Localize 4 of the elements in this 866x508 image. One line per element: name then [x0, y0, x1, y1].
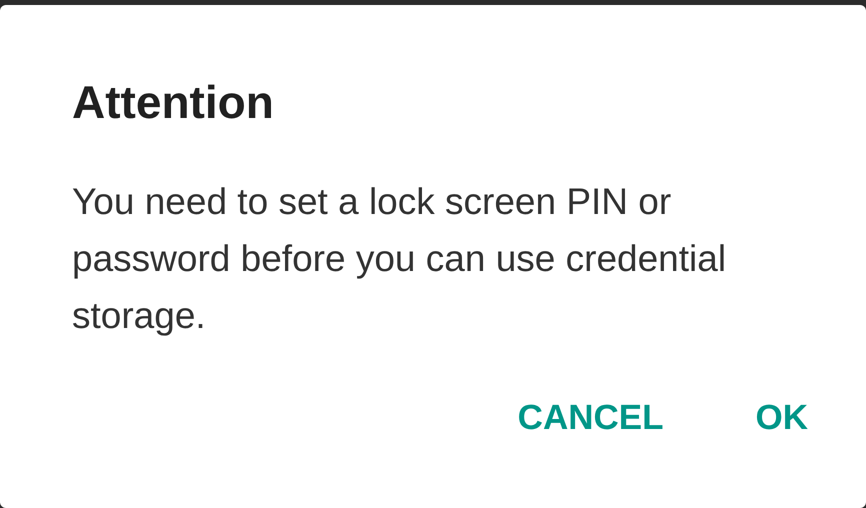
dialog-button[interactable]: CANCEL [492, 388, 690, 449]
dialog-title: Attention [72, 75, 275, 130]
dialog-message: You need to set a lock screen PIN or password before you can use credential storage. [72, 180, 728, 338]
dialog-button[interactable]: OK [730, 388, 834, 449]
